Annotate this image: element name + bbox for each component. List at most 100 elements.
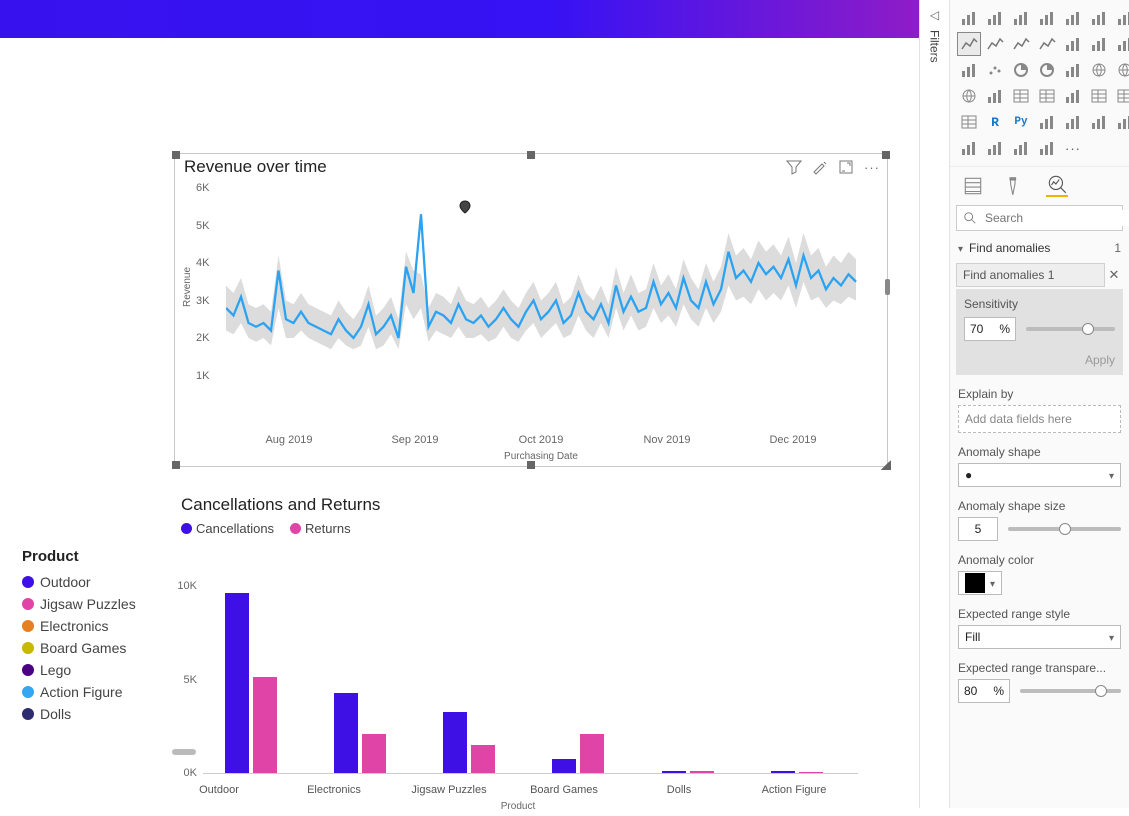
anomaly-color-picker[interactable] — [958, 571, 1002, 595]
viz-type-sbh2[interactable] — [1061, 6, 1085, 30]
bar-returns[interactable] — [690, 771, 714, 773]
fields-tab-icon[interactable] — [962, 175, 984, 197]
viz-type-mrow[interactable] — [1035, 84, 1059, 108]
resize-handle-nw[interactable] — [172, 151, 180, 159]
slicer-item[interactable]: Lego — [22, 659, 177, 681]
viz-type-filled[interactable] — [957, 84, 981, 108]
viz-type-keyinf[interactable] — [1035, 110, 1059, 134]
range-transparency-slider[interactable] — [1020, 689, 1121, 693]
analytics-search-input[interactable] — [983, 210, 1129, 226]
sensitivity-input[interactable]: 70% — [964, 317, 1016, 341]
bar-cancellations[interactable] — [443, 712, 467, 773]
analytics-brush-icon[interactable] — [812, 159, 828, 175]
viz-type-narrative[interactable] — [1113, 110, 1129, 134]
viz-type-col[interactable] — [1061, 32, 1085, 56]
search-icon — [963, 211, 977, 225]
revenue-line-chart-card[interactable]: Revenue over time Revenue Purchasing Dat… — [175, 154, 887, 466]
anomaly-shape-select[interactable]: ● — [958, 463, 1121, 487]
bar-cancellations[interactable] — [662, 771, 686, 773]
bar-returns[interactable] — [799, 772, 823, 773]
resize-handle-sw[interactable] — [172, 461, 180, 469]
viz-type-get[interactable] — [1035, 136, 1059, 160]
viz-type-decomp[interactable] — [1061, 110, 1085, 134]
sensitivity-slider[interactable] — [1026, 327, 1115, 331]
viz-type-gauge[interactable] — [983, 84, 1007, 108]
focus-mode-icon[interactable] — [838, 159, 854, 175]
viz-type-ccb[interactable] — [1035, 6, 1059, 30]
slicer-item[interactable]: Board Games — [22, 637, 177, 659]
viz-type-cb[interactable] — [983, 6, 1007, 30]
bar-returns[interactable] — [471, 745, 495, 773]
expand-filters-icon[interactable]: ◁ — [930, 8, 939, 22]
bar-returns[interactable] — [362, 734, 386, 773]
viz-type-paginated[interactable] — [957, 136, 981, 160]
viz-type-kpi[interactable] — [1061, 84, 1085, 108]
viz-type-more[interactable] — [1061, 136, 1085, 160]
slicer-item[interactable]: Outdoor — [22, 571, 177, 593]
bar-cancellations[interactable] — [552, 759, 576, 773]
bar-returns[interactable] — [253, 677, 277, 773]
viz-type-donut[interactable] — [1035, 58, 1059, 82]
viz-type-map[interactable] — [1087, 58, 1111, 82]
viz-type-slicer[interactable] — [1087, 84, 1111, 108]
resize-handle-se[interactable] — [881, 460, 891, 470]
anomaly-instance-chip[interactable]: Find anomalies 1 — [956, 263, 1105, 287]
viz-type-card[interactable] — [1009, 84, 1033, 108]
resize-handle-ne[interactable] — [882, 151, 890, 159]
viz-type-Py[interactable]: Py — [1009, 110, 1033, 134]
bar-cancellations[interactable] — [771, 771, 795, 773]
cancellations-bar-chart-card[interactable]: Cancellations and Returns Cancellations … — [172, 492, 887, 812]
viz-type-hcc[interactable] — [1087, 6, 1111, 30]
apply-button[interactable]: Apply — [964, 353, 1115, 367]
anomaly-shape-size-slider[interactable] — [1008, 527, 1121, 531]
viz-type-funnel[interactable] — [957, 58, 981, 82]
filter-icon[interactable] — [786, 159, 802, 175]
slicer-item[interactable]: Dolls — [22, 703, 177, 725]
viz-type-pie[interactable] — [1009, 58, 1033, 82]
bar-cancellations[interactable] — [334, 693, 358, 773]
anomaly-shape-size-input[interactable]: 5 — [958, 517, 998, 541]
legend-item-cancellations[interactable]: Cancellations — [181, 521, 274, 536]
slicer-item[interactable]: Action Figure — [22, 681, 177, 703]
filters-pane-collapsed[interactable]: ◁ Filters — [919, 0, 949, 808]
viz-type-qna[interactable] — [1087, 110, 1111, 134]
slicer-item[interactable]: Jigsaw Puzzles — [22, 593, 177, 615]
viz-type-rib[interactable] — [1113, 6, 1129, 30]
slicer-item[interactable]: Electronics — [22, 615, 177, 637]
anomaly-marker-icon[interactable] — [458, 200, 472, 214]
range-style-select[interactable]: Fill — [958, 625, 1121, 649]
color-dot — [22, 598, 34, 610]
find-anomalies-section-header[interactable]: Find anomalies 1 — [950, 235, 1129, 261]
viz-type-pa[interactable] — [983, 136, 1007, 160]
viz-type-sb[interactable] — [957, 6, 981, 30]
viz-type-arc[interactable] — [1009, 136, 1033, 160]
analytics-search[interactable] — [956, 205, 1123, 231]
report-canvas[interactable]: Product OutdoorJigsaw PuzzlesElectronics… — [0, 38, 919, 808]
analytics-tab-icon[interactable] — [1046, 175, 1068, 197]
bar-cancellations[interactable] — [225, 593, 249, 773]
legend-item-returns[interactable]: Returns — [290, 521, 351, 536]
viz-type-linecol[interactable] — [1035, 32, 1059, 56]
viz-type-area[interactable] — [983, 32, 1007, 56]
range-transparency-input[interactable]: 80% — [958, 679, 1010, 703]
resize-handle-n[interactable] — [527, 151, 535, 159]
anomaly-shape-size-label: Anomaly shape size — [958, 499, 1121, 513]
viz-type-scatter[interactable] — [983, 58, 1007, 82]
viz-type-matrix[interactable] — [957, 110, 981, 134]
viz-type-table[interactable] — [1113, 84, 1129, 108]
viz-type-water[interactable] — [1113, 32, 1129, 56]
bar-returns[interactable] — [580, 734, 604, 773]
viz-type-sarea[interactable] — [1009, 32, 1033, 56]
more-options-icon[interactable] — [864, 159, 880, 175]
format-tab-icon[interactable] — [1004, 175, 1026, 197]
remove-instance-icon[interactable]: ✕ — [1105, 267, 1123, 283]
viz-type-R[interactable]: R — [983, 110, 1007, 134]
explain-by-dropwell[interactable]: Add data fields here — [958, 405, 1121, 433]
viz-type-ribbon[interactable] — [1087, 32, 1111, 56]
resize-handle-s[interactable] — [527, 461, 535, 469]
viz-type-line[interactable] — [957, 32, 981, 56]
product-slicer[interactable]: Product OutdoorJigsaw PuzzlesElectronics… — [22, 548, 177, 725]
viz-type-tree[interactable] — [1061, 58, 1085, 82]
viz-type-fmap[interactable] — [1113, 58, 1129, 82]
viz-type-sbh[interactable] — [1009, 6, 1033, 30]
